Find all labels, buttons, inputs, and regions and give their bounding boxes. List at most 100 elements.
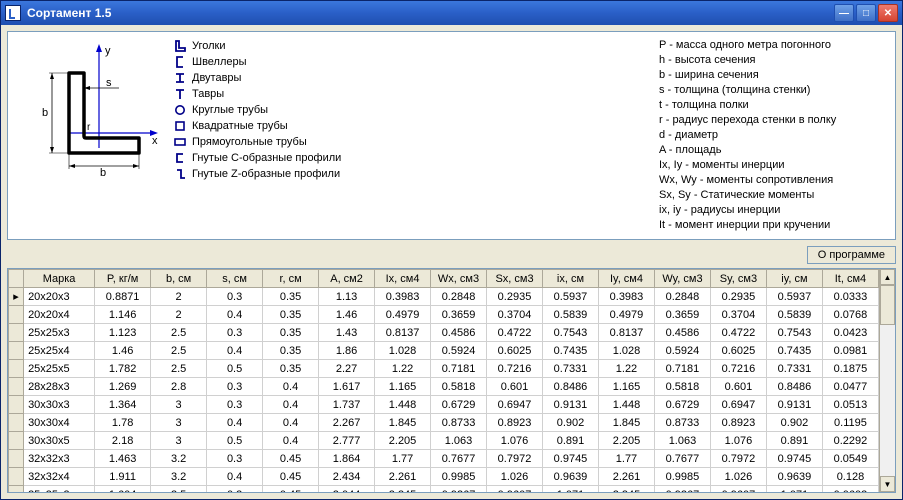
table-cell: 1.77: [598, 450, 654, 468]
table-cell: 0.6729: [431, 396, 487, 414]
rect-icon: [174, 136, 186, 148]
table-cell: 2.267: [319, 414, 375, 432]
table-row[interactable]: 30x30x31.36430.30.41.7371.4480.67290.694…: [9, 396, 879, 414]
table-row[interactable]: 20x20x41.14620.40.351.460.49790.36590.37…: [9, 306, 879, 324]
column-header[interactable]: Sx, см3: [487, 270, 543, 288]
table-cell: 30x30x4: [24, 414, 95, 432]
scroll-down-arrow[interactable]: ▼: [880, 476, 895, 492]
scroll-thumb[interactable]: [880, 285, 895, 325]
table-cell: 0.0768: [822, 306, 878, 324]
table-cell: 1.269: [95, 378, 151, 396]
table-cell: 2.345: [375, 486, 431, 493]
client-area: y x b: [1, 25, 902, 499]
table-cell: 1.076: [487, 432, 543, 450]
table-row[interactable]: 30x30x52.1830.50.42.7772.2051.0631.0760.…: [9, 432, 879, 450]
table-cell: 1.737: [319, 396, 375, 414]
column-header[interactable]: r, см: [263, 270, 319, 288]
table-cell: 1.911: [95, 468, 151, 486]
profile-item-z-bent[interactable]: Гнутые Z-образные профили: [174, 166, 649, 182]
row-indicator: [9, 324, 24, 342]
section-diagram: y x b: [14, 38, 164, 178]
legend-line: Ix, Iy - моменты инерции: [659, 158, 889, 173]
profile-item-round-tube[interactable]: Круглые трубы: [174, 102, 649, 118]
table-cell: 0.3: [207, 486, 263, 493]
table-cell: 0.9745: [543, 450, 599, 468]
profile-item-channels[interactable]: Швеллеры: [174, 54, 649, 70]
table-cell: 0.9607: [487, 486, 543, 493]
table-row[interactable]: 25x25x31.1232.50.30.351.430.81370.45860.…: [9, 324, 879, 342]
column-header[interactable]: ix, см: [543, 270, 599, 288]
table-body: ▸20x20x30.887120.30.351.130.39830.28480.…: [9, 288, 879, 493]
profile-item-ibeams[interactable]: Двутавры: [174, 70, 649, 86]
table-cell: 0.3704: [710, 306, 766, 324]
profile-item-angles[interactable]: Уголки: [174, 38, 649, 54]
table-cell: 0.4: [263, 378, 319, 396]
column-header[interactable]: iy, см: [766, 270, 822, 288]
column-header[interactable]: Iy, см4: [598, 270, 654, 288]
table-cell: 0.7677: [431, 450, 487, 468]
profile-item-c-bent[interactable]: Гнутые C-образные профили: [174, 150, 649, 166]
column-header[interactable]: Wx, см3: [431, 270, 487, 288]
table-header-row: МаркаP, кг/мb, смs, смr, смA, см2Ix, см4…: [9, 270, 879, 288]
table-cell: 0.7543: [543, 324, 599, 342]
table-cell: 0.3: [207, 396, 263, 414]
column-header[interactable]: Wy, см3: [654, 270, 710, 288]
table-cell: 0.5924: [654, 342, 710, 360]
legend-line: It - момент инерции при кручении: [659, 218, 889, 233]
table-cell: 0.45: [263, 486, 319, 493]
column-header[interactable]: A, см2: [319, 270, 375, 288]
legend-line: A - площадь: [659, 143, 889, 158]
table-row[interactable]: ▸20x20x30.887120.30.351.130.39830.28480.…: [9, 288, 879, 306]
profile-item-square-tube[interactable]: Квадратные трубы: [174, 118, 649, 134]
table-row[interactable]: 25x25x41.462.50.40.351.861.0280.59240.60…: [9, 342, 879, 360]
grid-viewport[interactable]: МаркаP, кг/мb, смs, смr, смA, см2Ix, см4…: [8, 269, 879, 492]
about-button[interactable]: О программе: [807, 246, 896, 264]
column-header[interactable]: It, см4: [822, 270, 878, 288]
legend-line: b - ширина сечения: [659, 68, 889, 83]
table-cell: 0.4: [207, 414, 263, 432]
column-header[interactable]: Sy, см3: [710, 270, 766, 288]
table-row[interactable]: 32x32x31.4633.20.30.451.8641.770.76770.7…: [9, 450, 879, 468]
maximize-button[interactable]: □: [856, 4, 876, 22]
table-cell: 0.5839: [766, 306, 822, 324]
row-indicator: [9, 342, 24, 360]
row-indicator: [9, 432, 24, 450]
table-row[interactable]: 25x25x51.7822.50.50.352.271.220.71810.72…: [9, 360, 879, 378]
table-cell: 0.2935: [487, 288, 543, 306]
row-indicator: [9, 378, 24, 396]
table-cell: 0.128: [822, 468, 878, 486]
column-header[interactable]: s, см: [207, 270, 263, 288]
table-cell: 0.6025: [487, 342, 543, 360]
column-header[interactable]: P, кг/м: [95, 270, 151, 288]
profile-item-rect-tube[interactable]: Прямоугольные трубы: [174, 134, 649, 150]
table-cell: 0.1875: [822, 360, 878, 378]
table-row[interactable]: 32x32x41.9113.20.40.452.4342.2610.99851.…: [9, 468, 879, 486]
table-cell: 2.777: [319, 432, 375, 450]
column-header[interactable]: Ix, см4: [375, 270, 431, 288]
table-cell: 0.601: [487, 378, 543, 396]
table-cell: 0.7216: [487, 360, 543, 378]
column-header[interactable]: b, см: [151, 270, 207, 288]
column-header[interactable]: Марка: [24, 270, 95, 288]
vertical-scrollbar[interactable]: ▲ ▼: [879, 269, 895, 492]
table-cell: 0.4979: [598, 306, 654, 324]
close-button[interactable]: ✕: [878, 4, 898, 22]
table-cell: 0.8137: [375, 324, 431, 342]
table-cell: 0.5937: [543, 288, 599, 306]
ibeam-icon: [174, 72, 186, 84]
scroll-track[interactable]: [880, 285, 895, 476]
table-cell: 3.2: [151, 468, 207, 486]
table-row[interactable]: 30x30x41.7830.40.42.2671.8450.87330.8923…: [9, 414, 879, 432]
profile-item-tee[interactable]: Тавры: [174, 86, 649, 102]
table-cell: 2.27: [319, 360, 375, 378]
table-cell: 0.35: [263, 324, 319, 342]
scroll-up-arrow[interactable]: ▲: [880, 269, 895, 285]
table-cell: 1.026: [487, 468, 543, 486]
table-cell: 3.2: [151, 450, 207, 468]
table-cell: 0.9639: [766, 468, 822, 486]
table-row[interactable]: 35x35x31.6043.50.30.452.0442.3450.92670.…: [9, 486, 879, 493]
table-cell: 1.22: [375, 360, 431, 378]
table-row[interactable]: 28x28x31.2692.80.30.41.6171.1650.58180.6…: [9, 378, 879, 396]
minimize-button[interactable]: —: [834, 4, 854, 22]
table-cell: 0.4: [207, 468, 263, 486]
